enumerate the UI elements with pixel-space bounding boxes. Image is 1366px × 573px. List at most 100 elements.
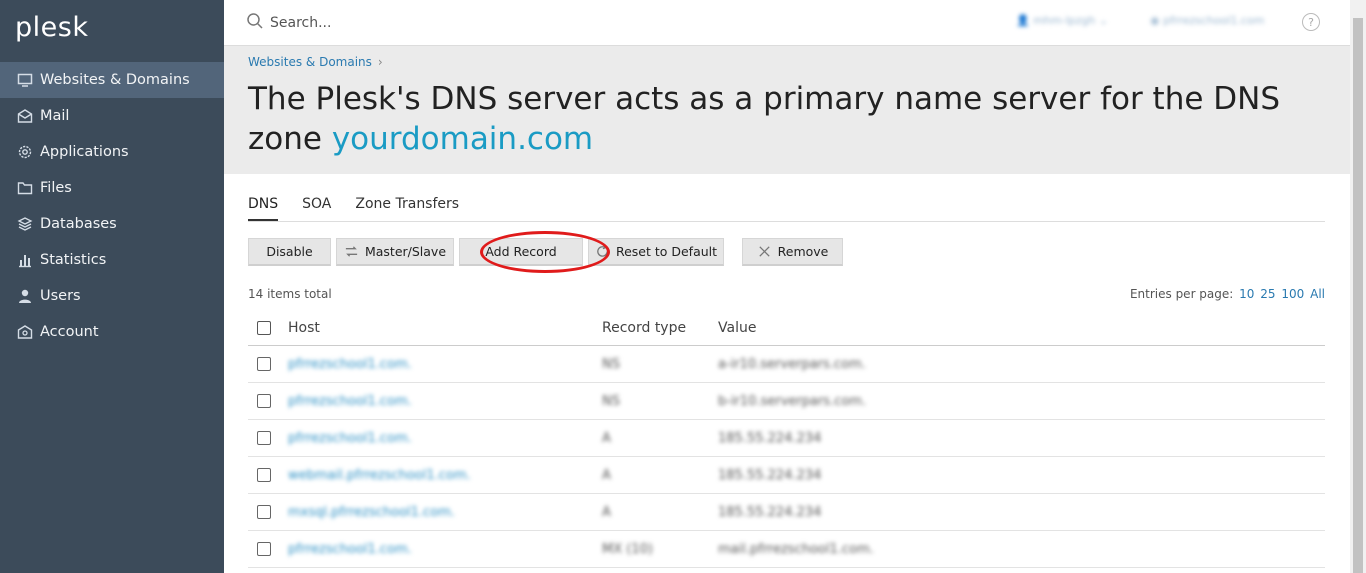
record-type: NS xyxy=(602,393,620,409)
row-checkbox[interactable] xyxy=(257,357,271,371)
table-row: pfrrezschool1.com. A 185.55.224.234 xyxy=(248,420,1325,457)
table-header: Host Record type Value xyxy=(248,310,1325,346)
sidebar-item-label: Files xyxy=(40,180,72,196)
sidebar-item-account[interactable]: Account xyxy=(0,314,224,350)
reset-to-default-button[interactable]: Reset to Default xyxy=(588,238,724,266)
sidebar-item-applications[interactable]: Applications xyxy=(0,134,224,170)
sidebar-item-websites-domains[interactable]: Websites & Domains xyxy=(0,62,224,98)
help-button[interactable]: ? xyxy=(1302,13,1320,31)
record-host-link[interactable]: pfrrezschool1.com. xyxy=(288,542,602,557)
record-type: MX (10) xyxy=(602,541,653,557)
column-header-value[interactable]: Value xyxy=(718,320,1325,336)
switch-icon xyxy=(344,244,359,259)
breadcrumb-link-websites-domains[interactable]: Websites & Domains xyxy=(248,55,372,69)
master-slave-button-label: Master/Slave xyxy=(364,244,447,259)
page-scrollbar[interactable] xyxy=(1350,0,1366,573)
sidebar-item-label: Databases xyxy=(40,216,117,232)
tab-zone-transfers[interactable]: Zone Transfers xyxy=(355,196,459,221)
record-type: NS xyxy=(602,356,620,372)
sidebar-nav: Websites & Domains Mail Applications Fil… xyxy=(0,62,224,350)
table-row: pfrrezschool1.com. MX (10) mail.pfrrezsc… xyxy=(248,531,1325,568)
record-value: a-ir10.serverpars.com. xyxy=(718,356,866,372)
record-value: 185.55.224.234 xyxy=(718,430,822,446)
sidebar-item-label: Account xyxy=(40,324,99,340)
globe-icon: ◉ xyxy=(1150,14,1164,27)
disable-button[interactable]: Disable xyxy=(248,238,331,266)
reset-button-label: Reset to Default xyxy=(615,244,718,259)
add-record-button-label: Add Record xyxy=(485,244,557,259)
site-name: pfrrezschool1.com xyxy=(1163,14,1265,27)
column-header-host[interactable]: Host xyxy=(288,320,602,336)
gear-icon xyxy=(16,143,34,161)
subscription-menu[interactable]: ◉ pfrrezschool1.com xyxy=(1150,14,1264,27)
record-type: A xyxy=(602,467,611,483)
record-value: mail.pfrrezschool1.com. xyxy=(718,541,874,557)
page-size-all[interactable]: All xyxy=(1310,287,1325,301)
sidebar-item-files[interactable]: Files xyxy=(0,170,224,206)
table-row: webmail.pfrrezschool1.com. A 185.55.224.… xyxy=(248,457,1325,494)
page-size-25[interactable]: 25 xyxy=(1260,287,1275,301)
record-host-link[interactable]: pfrrezschool1.com. xyxy=(288,357,602,372)
page-header: Websites & Domains › The Plesk's DNS ser… xyxy=(224,46,1350,174)
tab-bar: DNS SOA Zone Transfers xyxy=(248,196,1325,222)
tab-dns[interactable]: DNS xyxy=(248,196,279,221)
search-box xyxy=(246,12,570,34)
page-title-domain: yourdomain.com xyxy=(331,121,594,157)
record-host-link[interactable]: pfrrezschool1.com. xyxy=(288,431,602,446)
search-input[interactable] xyxy=(270,15,570,31)
tab-soa[interactable]: SOA xyxy=(302,196,331,221)
user-icon xyxy=(16,287,34,305)
sidebar-item-databases[interactable]: Databases xyxy=(0,206,224,242)
sidebar-item-users[interactable]: Users xyxy=(0,278,224,314)
record-value: 185.55.224.234 xyxy=(718,504,822,520)
dns-records-table: Host Record type Value pfrrezschool1.com… xyxy=(248,310,1325,568)
sidebar-item-label: Websites & Domains xyxy=(40,72,190,88)
record-type: A xyxy=(602,430,611,446)
row-checkbox[interactable] xyxy=(257,468,271,482)
chevron-right-icon: › xyxy=(377,55,383,69)
sidebar-item-mail[interactable]: Mail xyxy=(0,98,224,134)
select-all-checkbox[interactable] xyxy=(257,320,271,335)
monitor-icon xyxy=(16,71,34,89)
row-checkbox[interactable] xyxy=(257,394,271,408)
record-host-link[interactable]: webmail.pfrrezschool1.com. xyxy=(288,468,602,483)
table-row: pfrrezschool1.com. NS b-ir10.serverpars.… xyxy=(248,383,1325,420)
user-icon: 👤 xyxy=(1016,14,1034,27)
record-host-link[interactable]: pfrrezschool1.com. xyxy=(288,394,602,409)
top-bar: 👤 mhm-lpzgh ⌄ ◉ pfrrezschool1.com ? xyxy=(224,0,1350,46)
bar-chart-icon xyxy=(16,251,34,269)
sidebar-item-label: Mail xyxy=(40,108,70,124)
sidebar: plesk Websites & Domains Mail Applicatio… xyxy=(0,0,224,573)
master-slave-button[interactable]: Master/Slave xyxy=(336,238,454,266)
row-checkbox[interactable] xyxy=(257,542,271,556)
plesk-logo[interactable]: plesk xyxy=(15,12,88,43)
record-value: 185.55.224.234 xyxy=(718,467,822,483)
add-record-button[interactable]: Add Record xyxy=(459,238,583,266)
account-icon xyxy=(16,323,34,341)
page-size-10[interactable]: 10 xyxy=(1239,287,1254,301)
question-icon: ? xyxy=(1308,15,1314,29)
user-name: mhm-lpzgh xyxy=(1033,14,1096,27)
user-menu[interactable]: 👤 mhm-lpzgh ⌄ xyxy=(1016,14,1108,27)
page-title: The Plesk's DNS server acts as a primary… xyxy=(248,79,1308,159)
remove-button[interactable]: Remove xyxy=(742,238,843,266)
row-checkbox[interactable] xyxy=(257,505,271,519)
folder-icon xyxy=(16,179,34,197)
sidebar-item-statistics[interactable]: Statistics xyxy=(0,242,224,278)
mail-icon xyxy=(16,107,34,125)
row-checkbox[interactable] xyxy=(257,431,271,445)
items-total: 14 items total xyxy=(248,287,332,301)
sidebar-item-label: Users xyxy=(40,288,81,304)
column-header-record-type[interactable]: Record type xyxy=(602,320,718,336)
record-type: A xyxy=(602,504,611,520)
entries-per-page-label: Entries per page: xyxy=(1129,287,1234,301)
sidebar-item-label: Statistics xyxy=(40,252,107,268)
entries-per-page: Entries per page: 10 25 100 All xyxy=(1130,287,1325,301)
page-size-100[interactable]: 100 xyxy=(1281,287,1304,301)
search-icon xyxy=(246,12,264,34)
record-host-link[interactable]: mxsql.pfrrezschool1.com. xyxy=(288,505,602,520)
remove-button-label: Remove xyxy=(777,244,829,259)
reset-icon xyxy=(595,244,610,259)
table-row: pfrrezschool1.com. NS a-ir10.serverpars.… xyxy=(248,346,1325,383)
scrollbar-thumb[interactable] xyxy=(1353,18,1363,573)
